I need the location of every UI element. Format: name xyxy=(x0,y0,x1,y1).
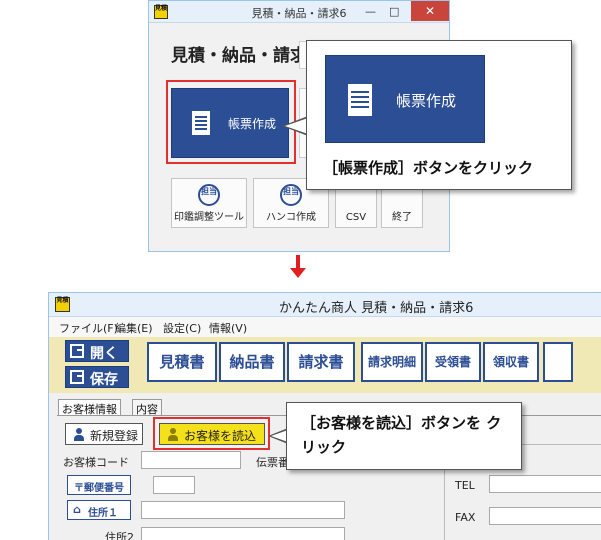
delivery-note-button[interactable]: 納品書 xyxy=(219,342,285,382)
down-arrow-icon xyxy=(296,255,300,269)
new-register-label: 新規登録 xyxy=(90,429,139,443)
estimate-button[interactable]: 見積書 xyxy=(147,342,217,382)
tel-label: TEL xyxy=(455,479,475,492)
address2-input[interactable] xyxy=(141,527,345,540)
receipt-acknowledgment-button[interactable]: 受領書 xyxy=(425,342,481,382)
highlight-frame xyxy=(166,80,296,164)
fax-input[interactable] xyxy=(489,507,601,525)
stamp-icon: 担当 xyxy=(198,184,220,206)
save-button[interactable]: 保存 xyxy=(65,366,129,388)
csv-label: CSV xyxy=(345,212,367,223)
main-window-title: かんたん商人 見積・納品・請求6 xyxy=(279,301,474,316)
exit-label: 終了 xyxy=(392,212,412,223)
menu-bar: ファイル(F) 編集(E) 設定(C) 情報(V) xyxy=(49,317,601,337)
menu-settings[interactable]: 設定(C) xyxy=(163,320,201,336)
callout-pointer-fill xyxy=(285,118,308,134)
launcher-title-bar: 見積 見積・納品・請求6 — □ ✕ xyxy=(149,1,449,23)
menu-file[interactable]: ファイル(F) xyxy=(59,320,118,336)
close-icon[interactable]: ✕ xyxy=(411,1,449,21)
minimize-icon[interactable]: — xyxy=(365,5,376,18)
address2-label: 住所2 xyxy=(105,531,134,540)
callout-instruction: ［帳票作成］ボタンをクリック xyxy=(323,159,534,177)
menu-info[interactable]: 情報(V) xyxy=(209,320,247,336)
app-icon: 見積 xyxy=(55,297,70,312)
postal-code-input[interactable] xyxy=(153,476,195,494)
more-doc-button[interactable] xyxy=(543,342,573,382)
save-icon xyxy=(70,370,84,384)
slip-number-label: 伝票番 xyxy=(256,456,289,469)
address1-label: 住所１ xyxy=(88,508,118,519)
callout-report-create: 帳票作成 ［帳票作成］ボタンをクリック xyxy=(306,40,572,190)
maximize-icon[interactable]: □ xyxy=(389,5,399,18)
receipt-button[interactable]: 領収書 xyxy=(483,342,539,382)
stamp-create-label: ハンコ作成 xyxy=(266,212,316,223)
open-label: 開く xyxy=(90,346,118,362)
invoice-button[interactable]: 請求書 xyxy=(287,342,355,382)
seal-adjust-tool-label: 印鑑調整ツール xyxy=(174,212,244,223)
house-icon: ⌂ xyxy=(73,503,81,516)
postal-code-label: 〒郵便番号 xyxy=(74,483,124,494)
address1-input[interactable] xyxy=(141,501,345,519)
customer-code-input[interactable] xyxy=(141,451,241,469)
tab-customer-info[interactable]: お客様情報 xyxy=(58,399,121,416)
down-arrow-head xyxy=(290,268,306,278)
open-button[interactable]: 開く xyxy=(65,340,129,362)
menu-edit[interactable]: 編集(E) xyxy=(115,320,153,336)
document-icon xyxy=(348,84,372,116)
save-label: 保存 xyxy=(90,372,118,388)
toolbar: 開く 保存 見積書 納品書 請求書 請求明細 受領書 領収書 xyxy=(49,337,601,393)
callout-load-customer: ［お客様を読込］ボタンを クリック xyxy=(286,402,522,470)
seal-adjust-tool-button[interactable]: 担当 印鑑調整ツール xyxy=(171,178,247,228)
fax-label: FAX xyxy=(455,511,476,524)
new-register-button[interactable]: 新規登録 xyxy=(65,423,143,445)
customer-code-label: お客様コード xyxy=(63,456,129,469)
main-title-bar: 見積 かんたん商人 見積・納品・請求6 xyxy=(49,293,601,317)
address1-button[interactable]: ⌂ 住所１ xyxy=(67,500,131,520)
tel-input[interactable] xyxy=(489,475,601,493)
callout-instruction: ［お客様を読込］ボタンを クリック xyxy=(301,414,502,456)
open-icon xyxy=(70,344,84,358)
highlight-frame xyxy=(153,417,270,450)
stamp-icon: 担当 xyxy=(280,184,302,206)
person-icon xyxy=(74,428,84,441)
invoice-detail-button[interactable]: 請求明細 xyxy=(361,342,423,382)
launcher-window-title: 見積・納品・請求6 xyxy=(251,7,347,20)
report-create-button-zoom: 帳票作成 xyxy=(325,55,485,143)
postal-code-button[interactable]: 〒郵便番号 xyxy=(67,475,131,495)
tab-content[interactable]: 内容 xyxy=(132,399,162,416)
report-create-label-zoom: 帳票作成 xyxy=(396,92,457,110)
